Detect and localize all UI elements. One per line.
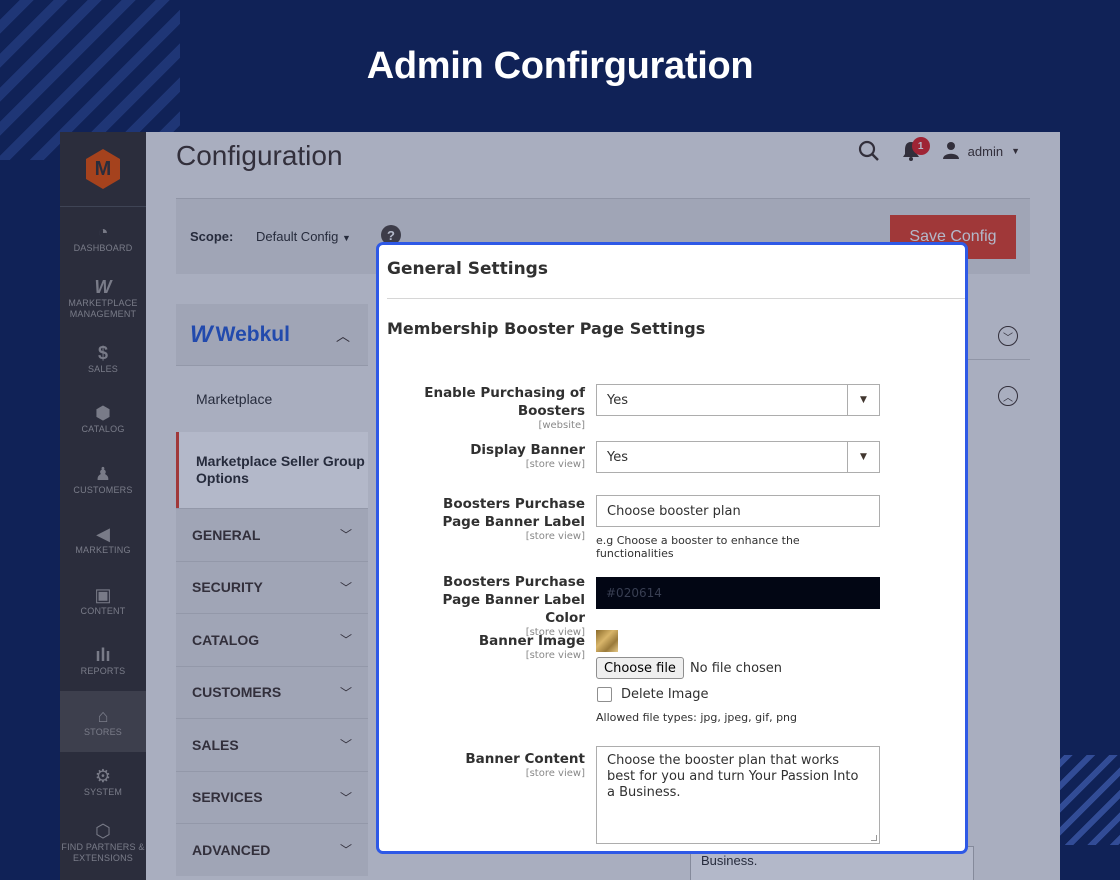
banner-image-field: Choose file No file chosen Delete Image … bbox=[596, 630, 880, 724]
field-label: Enable Purchasing of Boosters [website] bbox=[415, 384, 585, 431]
field-label-text: Banner Content bbox=[465, 751, 585, 767]
field-label-text: Boosters Purchase Page Banner Label bbox=[442, 496, 585, 530]
field-label-text: Banner Image bbox=[478, 633, 585, 649]
field-label: Boosters Purchase Page Banner Label Colo… bbox=[415, 573, 585, 638]
decorative-stripes-bottom-right bbox=[1050, 755, 1120, 845]
select-value: Yes bbox=[607, 449, 628, 465]
banner-content-textarea[interactable]: Choose the booster plan that works best … bbox=[596, 746, 880, 844]
field-scope: [website] bbox=[538, 420, 585, 431]
field-label-text: Display Banner bbox=[470, 442, 585, 458]
file-picker: Choose file No file chosen bbox=[596, 657, 880, 679]
banner-label-field: Choose booster plan e.g Choose a booster… bbox=[596, 495, 880, 560]
textarea-value: Choose the booster plan that works best … bbox=[607, 753, 859, 800]
field-scope: [store view] bbox=[525, 650, 585, 661]
choose-file-button[interactable]: Choose file bbox=[596, 657, 684, 679]
delete-image-option: Delete Image bbox=[596, 687, 880, 702]
settings-zoom-panel: General Settings Membership Booster Page… bbox=[376, 242, 968, 854]
field-label: Banner Content [store view] bbox=[465, 750, 585, 779]
field-label-text: Boosters Purchase Page Banner Label Colo… bbox=[442, 574, 585, 626]
field-note: e.g Choose a booster to enhance the func… bbox=[596, 534, 800, 560]
banner-label-input[interactable]: Choose booster plan bbox=[596, 495, 880, 527]
resize-handle-icon[interactable] bbox=[871, 835, 877, 841]
select-value: Yes bbox=[607, 392, 628, 408]
banner-label-color-input[interactable]: #020614 bbox=[596, 577, 880, 609]
field-label: Banner Image [store view] bbox=[479, 632, 585, 661]
delete-image-label: Delete Image bbox=[621, 687, 709, 702]
field-scope: [store view] bbox=[525, 768, 585, 779]
divider bbox=[387, 298, 965, 299]
allowed-file-types: Allowed file types: jpg, jpeg, gif, png bbox=[596, 711, 798, 724]
field-label: Display Banner [store view] bbox=[470, 441, 585, 470]
banner-title: Admin Confirguration bbox=[366, 45, 754, 87]
section-heading: Membership Booster Page Settings bbox=[387, 319, 706, 338]
enable-purchasing-select[interactable]: Yes ▼ bbox=[596, 384, 880, 416]
general-settings-heading: General Settings bbox=[387, 259, 548, 279]
banner-label-color-field: #020614 bbox=[596, 577, 880, 609]
banner-image-thumbnail[interactable] bbox=[596, 630, 618, 652]
field-scope: [store view] bbox=[525, 531, 585, 542]
dropdown-arrow-icon: ▼ bbox=[847, 385, 879, 415]
field-label: Boosters Purchase Page Banner Label [sto… bbox=[415, 495, 585, 542]
delete-image-checkbox[interactable] bbox=[597, 687, 612, 702]
display-banner-select[interactable]: Yes ▼ bbox=[596, 441, 880, 473]
file-status: No file chosen bbox=[689, 660, 783, 676]
field-label-text: Enable Purchasing of Boosters bbox=[424, 385, 585, 419]
dropdown-arrow-icon: ▼ bbox=[847, 442, 879, 472]
banner-content-field: Choose the booster plan that works best … bbox=[596, 746, 880, 844]
field-scope: [store view] bbox=[525, 459, 585, 470]
